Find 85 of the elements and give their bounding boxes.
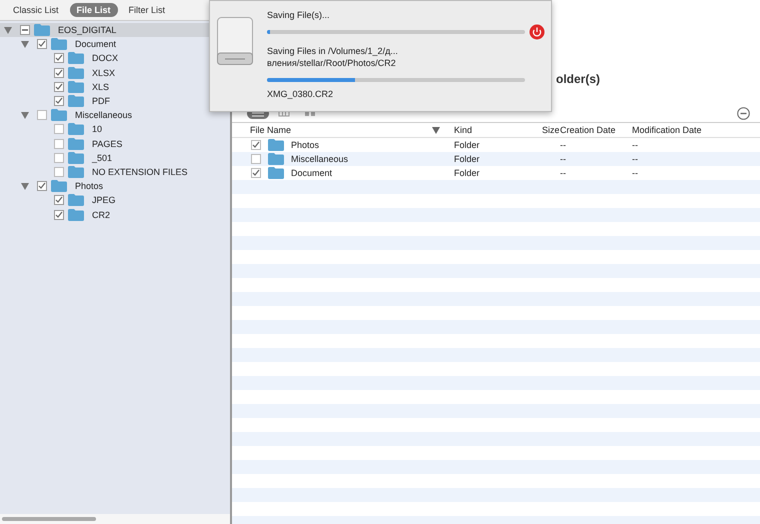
folder-icon bbox=[68, 95, 84, 108]
kind-cell: Folder bbox=[454, 140, 480, 150]
tree-item-label[interactable]: XLSX bbox=[92, 68, 116, 78]
folder-icon bbox=[268, 139, 284, 151]
column-header[interactable]: Modification Date bbox=[632, 125, 702, 135]
kind-cell: Folder bbox=[454, 168, 480, 178]
tree-item-label[interactable]: NO EXTENSION FILES bbox=[92, 166, 188, 177]
summary-text: older(s) bbox=[556, 72, 600, 86]
folder-icon bbox=[51, 109, 67, 122]
checkbox[interactable] bbox=[54, 210, 64, 220]
folder-icon bbox=[68, 166, 84, 178]
column-header[interactable]: Kind bbox=[454, 125, 472, 135]
checkbox[interactable] bbox=[20, 25, 30, 36]
tree-item-label[interactable]: XLS bbox=[92, 82, 110, 92]
minus-circle-icon[interactable] bbox=[737, 106, 750, 120]
column-header[interactable]: Size bbox=[542, 125, 560, 135]
checkbox[interactable] bbox=[54, 166, 64, 177]
scrollbar-thumb[interactable] bbox=[2, 517, 96, 521]
checkbox[interactable] bbox=[54, 68, 64, 78]
column-header[interactable]: File Name bbox=[250, 125, 292, 135]
view-tab[interactable]: File List bbox=[70, 3, 118, 17]
tree-item-label[interactable]: Miscellaneous bbox=[75, 110, 132, 120]
kind-cell: Folder bbox=[454, 154, 480, 164]
tree-item-label[interactable]: Document bbox=[75, 39, 116, 50]
file-name[interactable]: Document bbox=[291, 168, 332, 178]
date-cell: -- bbox=[560, 168, 566, 178]
date-cell: -- bbox=[632, 154, 638, 164]
file-name: XMG_0380.CR2 bbox=[267, 88, 334, 100]
checkbox[interactable] bbox=[54, 195, 64, 206]
checkmark-icon bbox=[252, 169, 260, 177]
view-tab[interactable]: Classic List bbox=[6, 3, 66, 17]
tree-item-label[interactable]: CR2 bbox=[92, 210, 110, 220]
checkmark-icon bbox=[38, 40, 46, 48]
checkbox[interactable] bbox=[54, 124, 64, 134]
tree-item-label[interactable]: JPEG bbox=[92, 195, 116, 206]
folder-icon bbox=[68, 66, 84, 79]
tree-item-label[interactable]: _501 bbox=[92, 152, 112, 163]
checkbox[interactable] bbox=[37, 110, 47, 120]
tree-item-label[interactable]: EOS_DIGITAL bbox=[58, 25, 116, 36]
stop-button-icon[interactable] bbox=[529, 24, 545, 40]
folder-icon bbox=[34, 24, 50, 36]
folder-icon bbox=[68, 80, 84, 93]
date-cell: -- bbox=[560, 154, 566, 164]
tree-item-label[interactable]: PAGES bbox=[92, 138, 122, 149]
view-tab[interactable]: Filter List bbox=[122, 3, 172, 17]
sort-arrow-icon[interactable] bbox=[432, 126, 440, 134]
hard-drive-icon bbox=[217, 17, 253, 65]
folder-icon bbox=[68, 52, 84, 64]
folder-icon bbox=[68, 152, 84, 164]
folder-icon bbox=[68, 208, 84, 221]
tree-item-label[interactable]: 10 bbox=[92, 124, 102, 134]
disclosure-triangle-icon[interactable] bbox=[21, 40, 29, 48]
tree-item-label[interactable]: Photos bbox=[75, 181, 104, 192]
checkmark-icon bbox=[38, 182, 46, 190]
folder-icon bbox=[51, 38, 67, 50]
checkbox[interactable] bbox=[54, 96, 64, 106]
tree-item-label[interactable]: PDF bbox=[92, 96, 110, 106]
disclosure-triangle-icon[interactable] bbox=[21, 182, 29, 190]
date-cell: -- bbox=[632, 140, 638, 150]
checkbox[interactable] bbox=[37, 39, 47, 50]
file-name[interactable]: Photos bbox=[291, 140, 320, 150]
folder-icon bbox=[268, 153, 284, 165]
checkbox[interactable] bbox=[54, 138, 64, 149]
folder-icon bbox=[268, 167, 284, 179]
saving-path: Saving Files in /Volumes/1_2/д... вления/stellar/Root/Photos/CR2 bbox=[267, 45, 399, 69]
dialog-title: Saving File(s)... bbox=[267, 9, 331, 21]
checkbox[interactable] bbox=[37, 181, 47, 192]
file-name[interactable]: Miscellaneous bbox=[291, 154, 348, 164]
folder-icon bbox=[68, 194, 84, 206]
folder-icon bbox=[51, 180, 67, 192]
checkbox[interactable] bbox=[251, 154, 261, 164]
column-header[interactable]: Creation Date bbox=[560, 125, 616, 135]
folder-icon bbox=[68, 138, 84, 150]
checkbox[interactable] bbox=[54, 152, 64, 163]
checkbox[interactable] bbox=[251, 140, 261, 150]
disclosure-triangle-icon[interactable] bbox=[4, 26, 12, 34]
tree-item-label[interactable]: DOCX bbox=[92, 53, 118, 64]
checkmark-icon bbox=[252, 141, 260, 149]
checkbox[interactable] bbox=[251, 168, 261, 178]
disclosure-triangle-icon[interactable] bbox=[21, 112, 29, 119]
checkbox[interactable] bbox=[54, 53, 64, 64]
folder-icon bbox=[68, 123, 84, 136]
date-cell: -- bbox=[632, 168, 638, 178]
date-cell: -- bbox=[560, 140, 566, 150]
checkbox[interactable] bbox=[54, 82, 64, 92]
